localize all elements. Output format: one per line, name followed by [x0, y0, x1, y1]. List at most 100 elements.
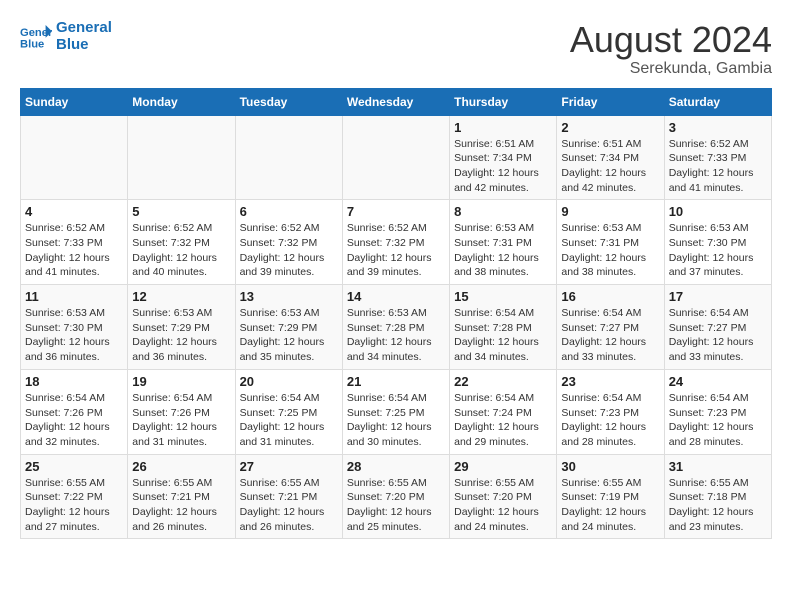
day-cell: 31Sunrise: 6:55 AMSunset: 7:18 PMDayligh… [664, 454, 771, 539]
week-row-4: 18 Sunrise: 6:54 AMSunset: 7:26 PMDayligh… [21, 369, 772, 454]
day-info: Sunrise: 6:52 AMSunset: 7:32 PMDaylight:… [347, 221, 445, 280]
weekday-header-friday: Friday [557, 88, 664, 115]
weekday-header-sunday: Sunday [21, 88, 128, 115]
day-number: 9 [561, 204, 659, 219]
day-number: 14 [347, 289, 445, 304]
day-info: Sunrise: 6:53 AMSunset: 7:29 PMDaylight:… [240, 306, 338, 365]
day-cell: 1 Sunrise: 6:51 AMSunset: 7:34 PMDaylight… [450, 115, 557, 200]
day-info: Sunrise: 6:53 AMSunset: 7:30 PMDaylight:… [669, 221, 767, 280]
day-info: Sunrise: 6:51 AMSunset: 7:34 PMDaylight:… [561, 137, 659, 196]
day-cell: 23 Sunrise: 6:54 AMSunset: 7:23 PMDayligh… [557, 369, 664, 454]
day-info: Sunrise: 6:54 AMSunset: 7:27 PMDaylight:… [561, 306, 659, 365]
week-row-5: 25 Sunrise: 6:55 AMSunset: 7:22 PMDayligh… [21, 454, 772, 539]
day-cell: 26Sunrise: 6:55 AMSunset: 7:21 PMDayligh… [128, 454, 235, 539]
day-cell: 27 Sunrise: 6:55 AMSunset: 7:21 PMDayligh… [235, 454, 342, 539]
day-cell: 19 Sunrise: 6:54 AMSunset: 7:26 PMDayligh… [128, 369, 235, 454]
day-cell: 22 Sunrise: 6:54 AMSunset: 7:24 PMDayligh… [450, 369, 557, 454]
day-cell: 14 Sunrise: 6:53 AMSunset: 7:28 PMDayligh… [342, 285, 449, 370]
day-number: 18 [25, 374, 123, 389]
day-info: Sunrise: 6:55 AMSunset: 7:20 PMDaylight:… [347, 476, 445, 535]
day-info: Sunrise: 6:54 AMSunset: 7:25 PMDaylight:… [347, 391, 445, 450]
day-cell: 12 Sunrise: 6:53 AMSunset: 7:29 PMDayligh… [128, 285, 235, 370]
day-cell: 6Sunrise: 6:52 AMSunset: 7:32 PMDaylight… [235, 200, 342, 285]
day-number: 30 [561, 459, 659, 474]
day-cell: 2 Sunrise: 6:51 AMSunset: 7:34 PMDaylight… [557, 115, 664, 200]
day-number: 24 [669, 374, 767, 389]
day-cell: 29 Sunrise: 6:55 AMSunset: 7:20 PMDayligh… [450, 454, 557, 539]
calendar-subtitle: Serekunda, Gambia [570, 60, 772, 78]
day-number: 1 [454, 120, 552, 135]
day-info: Sunrise: 6:54 AMSunset: 7:25 PMDaylight:… [240, 391, 338, 450]
day-cell: 4Sunrise: 6:52 AMSunset: 7:33 PMDaylight… [21, 200, 128, 285]
day-number: 15 [454, 289, 552, 304]
day-info: Sunrise: 6:54 AMSunset: 7:26 PMDaylight:… [25, 391, 123, 450]
day-number: 22 [454, 374, 552, 389]
logo: General Blue General Blue [20, 20, 112, 53]
svg-text:Blue: Blue [20, 38, 44, 50]
day-number: 19 [132, 374, 230, 389]
day-number: 13 [240, 289, 338, 304]
day-number: 4 [25, 204, 123, 219]
day-info: Sunrise: 6:55 AMSunset: 7:20 PMDaylight:… [454, 476, 552, 535]
day-number: 11 [25, 289, 123, 304]
day-info: Sunrise: 6:55 AMSunset: 7:21 PMDaylight:… [240, 476, 338, 535]
day-number: 5 [132, 204, 230, 219]
day-info: Sunrise: 6:54 AMSunset: 7:28 PMDaylight:… [454, 306, 552, 365]
day-number: 7 [347, 204, 445, 219]
logo-line2: Blue [56, 37, 112, 54]
day-info: Sunrise: 6:54 AMSunset: 7:24 PMDaylight:… [454, 391, 552, 450]
day-info: Sunrise: 6:54 AMSunset: 7:23 PMDaylight:… [561, 391, 659, 450]
day-cell [235, 115, 342, 200]
day-info: Sunrise: 6:53 AMSunset: 7:31 PMDaylight:… [454, 221, 552, 280]
day-cell [21, 115, 128, 200]
day-info: Sunrise: 6:54 AMSunset: 7:23 PMDaylight:… [669, 391, 767, 450]
day-cell: 3 Sunrise: 6:52 AMSunset: 7:33 PMDaylight… [664, 115, 771, 200]
day-number: 27 [240, 459, 338, 474]
day-number: 6 [240, 204, 338, 219]
day-number: 31 [669, 459, 767, 474]
day-info: Sunrise: 6:54 AMSunset: 7:27 PMDaylight:… [669, 306, 767, 365]
day-cell: 15 Sunrise: 6:54 AMSunset: 7:28 PMDayligh… [450, 285, 557, 370]
day-number: 10 [669, 204, 767, 219]
day-cell: 5Sunrise: 6:52 AMSunset: 7:32 PMDaylight… [128, 200, 235, 285]
day-info: Sunrise: 6:55 AMSunset: 7:22 PMDaylight:… [25, 476, 123, 535]
logo-line1: General [56, 20, 112, 37]
day-number: 8 [454, 204, 552, 219]
day-info: Sunrise: 6:51 AMSunset: 7:34 PMDaylight:… [454, 137, 552, 196]
day-cell: 30 Sunrise: 6:55 AMSunset: 7:19 PMDayligh… [557, 454, 664, 539]
day-cell: 17 Sunrise: 6:54 AMSunset: 7:27 PMDayligh… [664, 285, 771, 370]
day-number: 17 [669, 289, 767, 304]
day-info: Sunrise: 6:52 AMSunset: 7:33 PMDaylight:… [669, 137, 767, 196]
day-info: Sunrise: 6:53 AMSunset: 7:28 PMDaylight:… [347, 306, 445, 365]
day-info: Sunrise: 6:54 AMSunset: 7:26 PMDaylight:… [132, 391, 230, 450]
page-header: General Blue General Blue August 2024 Se… [20, 20, 772, 78]
day-cell: 20 Sunrise: 6:54 AMSunset: 7:25 PMDayligh… [235, 369, 342, 454]
day-cell: 25 Sunrise: 6:55 AMSunset: 7:22 PMDayligh… [21, 454, 128, 539]
day-number: 20 [240, 374, 338, 389]
day-info: Sunrise: 6:55 AMSunset: 7:19 PMDaylight:… [561, 476, 659, 535]
weekday-header-wednesday: Wednesday [342, 88, 449, 115]
day-number: 23 [561, 374, 659, 389]
day-number: 28 [347, 459, 445, 474]
week-row-3: 11 Sunrise: 6:53 AMSunset: 7:30 PMDayligh… [21, 285, 772, 370]
weekday-header-thursday: Thursday [450, 88, 557, 115]
day-cell: 21 Sunrise: 6:54 AMSunset: 7:25 PMDayligh… [342, 369, 449, 454]
week-row-1: 1 Sunrise: 6:51 AMSunset: 7:34 PMDaylight… [21, 115, 772, 200]
title-block: August 2024 Serekunda, Gambia [570, 20, 772, 78]
day-info: Sunrise: 6:53 AMSunset: 7:29 PMDaylight:… [132, 306, 230, 365]
day-number: 21 [347, 374, 445, 389]
weekday-header-tuesday: Tuesday [235, 88, 342, 115]
day-cell [128, 115, 235, 200]
day-info: Sunrise: 6:53 AMSunset: 7:30 PMDaylight:… [25, 306, 123, 365]
day-number: 25 [25, 459, 123, 474]
day-info: Sunrise: 6:55 AMSunset: 7:21 PMDaylight:… [132, 476, 230, 535]
day-info: Sunrise: 6:53 AMSunset: 7:31 PMDaylight:… [561, 221, 659, 280]
day-number: 12 [132, 289, 230, 304]
day-number: 3 [669, 120, 767, 135]
day-cell [342, 115, 449, 200]
day-cell: 24 Sunrise: 6:54 AMSunset: 7:23 PMDayligh… [664, 369, 771, 454]
day-cell: 16Sunrise: 6:54 AMSunset: 7:27 PMDayligh… [557, 285, 664, 370]
day-number: 2 [561, 120, 659, 135]
day-number: 29 [454, 459, 552, 474]
day-cell: 11 Sunrise: 6:53 AMSunset: 7:30 PMDayligh… [21, 285, 128, 370]
